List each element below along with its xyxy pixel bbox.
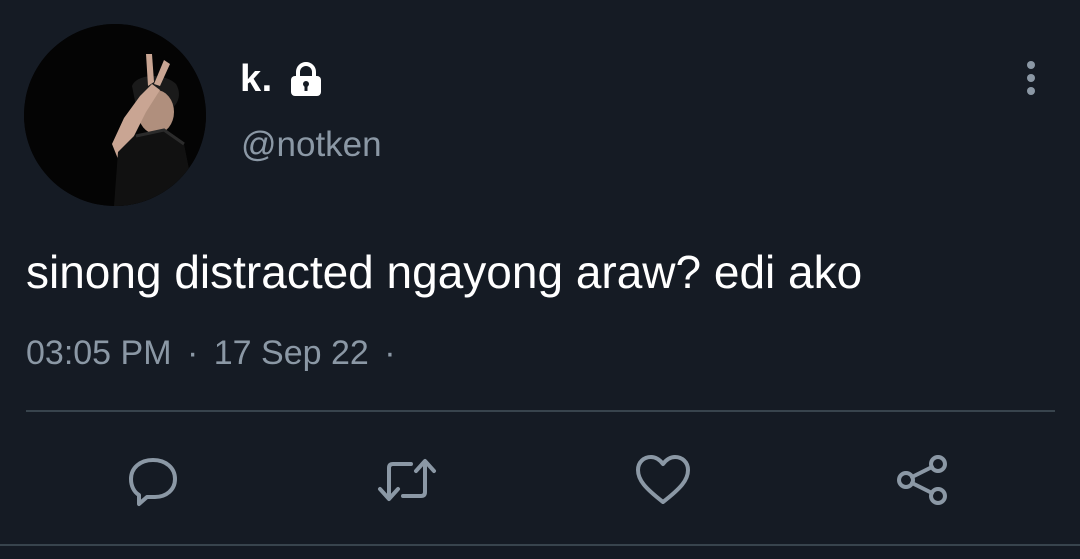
lock-icon	[287, 60, 325, 98]
divider	[26, 410, 1055, 412]
author-row: k.	[240, 56, 325, 102]
meta-separator: ·	[186, 334, 199, 372]
share-button[interactable]	[890, 448, 954, 512]
heart-icon	[636, 455, 690, 504]
avatar[interactable]	[24, 24, 206, 206]
share-icon	[897, 455, 947, 505]
retweet-icon	[378, 459, 436, 501]
display-name[interactable]: k.	[240, 56, 273, 102]
tweet-text: sinong distracted ngayong araw? edi ako	[26, 246, 863, 298]
profile-photo	[24, 24, 206, 206]
more-options-button[interactable]	[1008, 54, 1054, 100]
tweet-date[interactable]: 17 Sep 22	[214, 334, 369, 372]
reply-icon	[129, 458, 177, 506]
more-vertical-icon	[1027, 61, 1035, 95]
retweet-button[interactable]	[375, 448, 439, 512]
meta-separator-trailing: ·	[384, 334, 396, 372]
like-button[interactable]	[631, 448, 695, 512]
bottom-divider	[0, 544, 1080, 546]
tweet-meta: 03:05 PM · 17 Sep 22 ·	[26, 330, 402, 376]
tweet-card: k. @notken sinong distracted ngayong ara…	[0, 0, 1080, 559]
author-handle[interactable]: @notken	[241, 122, 382, 168]
tweet-time[interactable]: 03:05 PM	[26, 334, 172, 372]
reply-button[interactable]	[121, 448, 185, 512]
